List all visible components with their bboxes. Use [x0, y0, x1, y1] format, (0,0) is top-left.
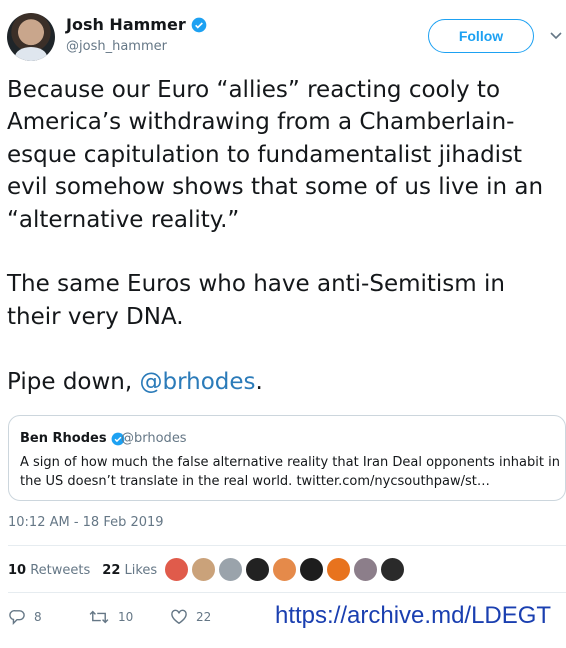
quoted-author-name-text: Ben Rhodes	[20, 431, 107, 446]
likes-stat-label[interactable]: Likes	[125, 563, 158, 578]
likes-stat[interactable]: 22 Likes	[102, 563, 157, 578]
quoted-tweet[interactable]: Ben Rhodes @brhodes A sign of how much t…	[8, 415, 566, 501]
reply-count: 8	[34, 610, 42, 624]
liker-avatar[interactable]	[299, 557, 324, 582]
liker-avatars	[164, 557, 405, 582]
retweets-stat[interactable]: 10 Retweets	[8, 563, 90, 578]
author-name[interactable]: Josh Hammer	[66, 15, 207, 34]
divider	[8, 545, 566, 546]
liker-avatar[interactable]	[245, 557, 270, 582]
quoted-author-handle: @brhodes	[121, 431, 187, 446]
author-handle[interactable]: @josh_hammer	[66, 39, 167, 54]
author-avatar[interactable]	[7, 13, 55, 61]
tweet-text: Because our Euro “allies” reacting cooly…	[7, 74, 562, 398]
mention-link[interactable]: @brhodes	[140, 369, 256, 395]
liker-avatar[interactable]	[191, 557, 216, 582]
retweet-count: 10	[118, 610, 134, 624]
likes-stat-count[interactable]: 22	[102, 563, 120, 578]
liker-avatar[interactable]	[326, 557, 351, 582]
divider	[8, 592, 566, 593]
liker-avatar[interactable]	[164, 557, 189, 582]
like-count: 22	[196, 610, 212, 624]
liker-avatar[interactable]	[353, 557, 378, 582]
retweet-action[interactable]: 10	[88, 609, 133, 625]
tweet-trailing-punctuation: .	[255, 368, 263, 395]
tweet-body: Because our Euro “allies” reacting cooly…	[7, 77, 544, 395]
retweet-icon	[89, 610, 109, 624]
tweet-stats: 10 Retweets 22 Likes	[8, 563, 157, 578]
heart-icon	[171, 609, 187, 625]
chevron-down-icon[interactable]	[550, 31, 562, 41]
liker-avatar[interactable]	[218, 557, 243, 582]
follow-button[interactable]: Follow	[428, 19, 534, 53]
retweets-stat-count[interactable]: 10	[8, 563, 26, 578]
reply-action[interactable]: 8	[8, 609, 42, 625]
quoted-author-name: Ben Rhodes	[20, 431, 125, 446]
quoted-tweet-text: A sign of how much the false alternative…	[20, 455, 560, 489]
verified-badge-icon	[191, 17, 207, 32]
author-name-text[interactable]: Josh Hammer	[66, 15, 186, 34]
archive-url-text: https://archive.md/LDEGT	[275, 602, 552, 629]
tweet-timestamp[interactable]: 10:12 AM - 18 Feb 2019	[8, 515, 164, 530]
liker-avatar[interactable]	[272, 557, 297, 582]
like-action[interactable]: 22	[170, 609, 211, 625]
retweets-stat-label[interactable]: Retweets	[30, 563, 90, 578]
reply-icon	[9, 610, 25, 625]
liker-avatar[interactable]	[380, 557, 405, 582]
